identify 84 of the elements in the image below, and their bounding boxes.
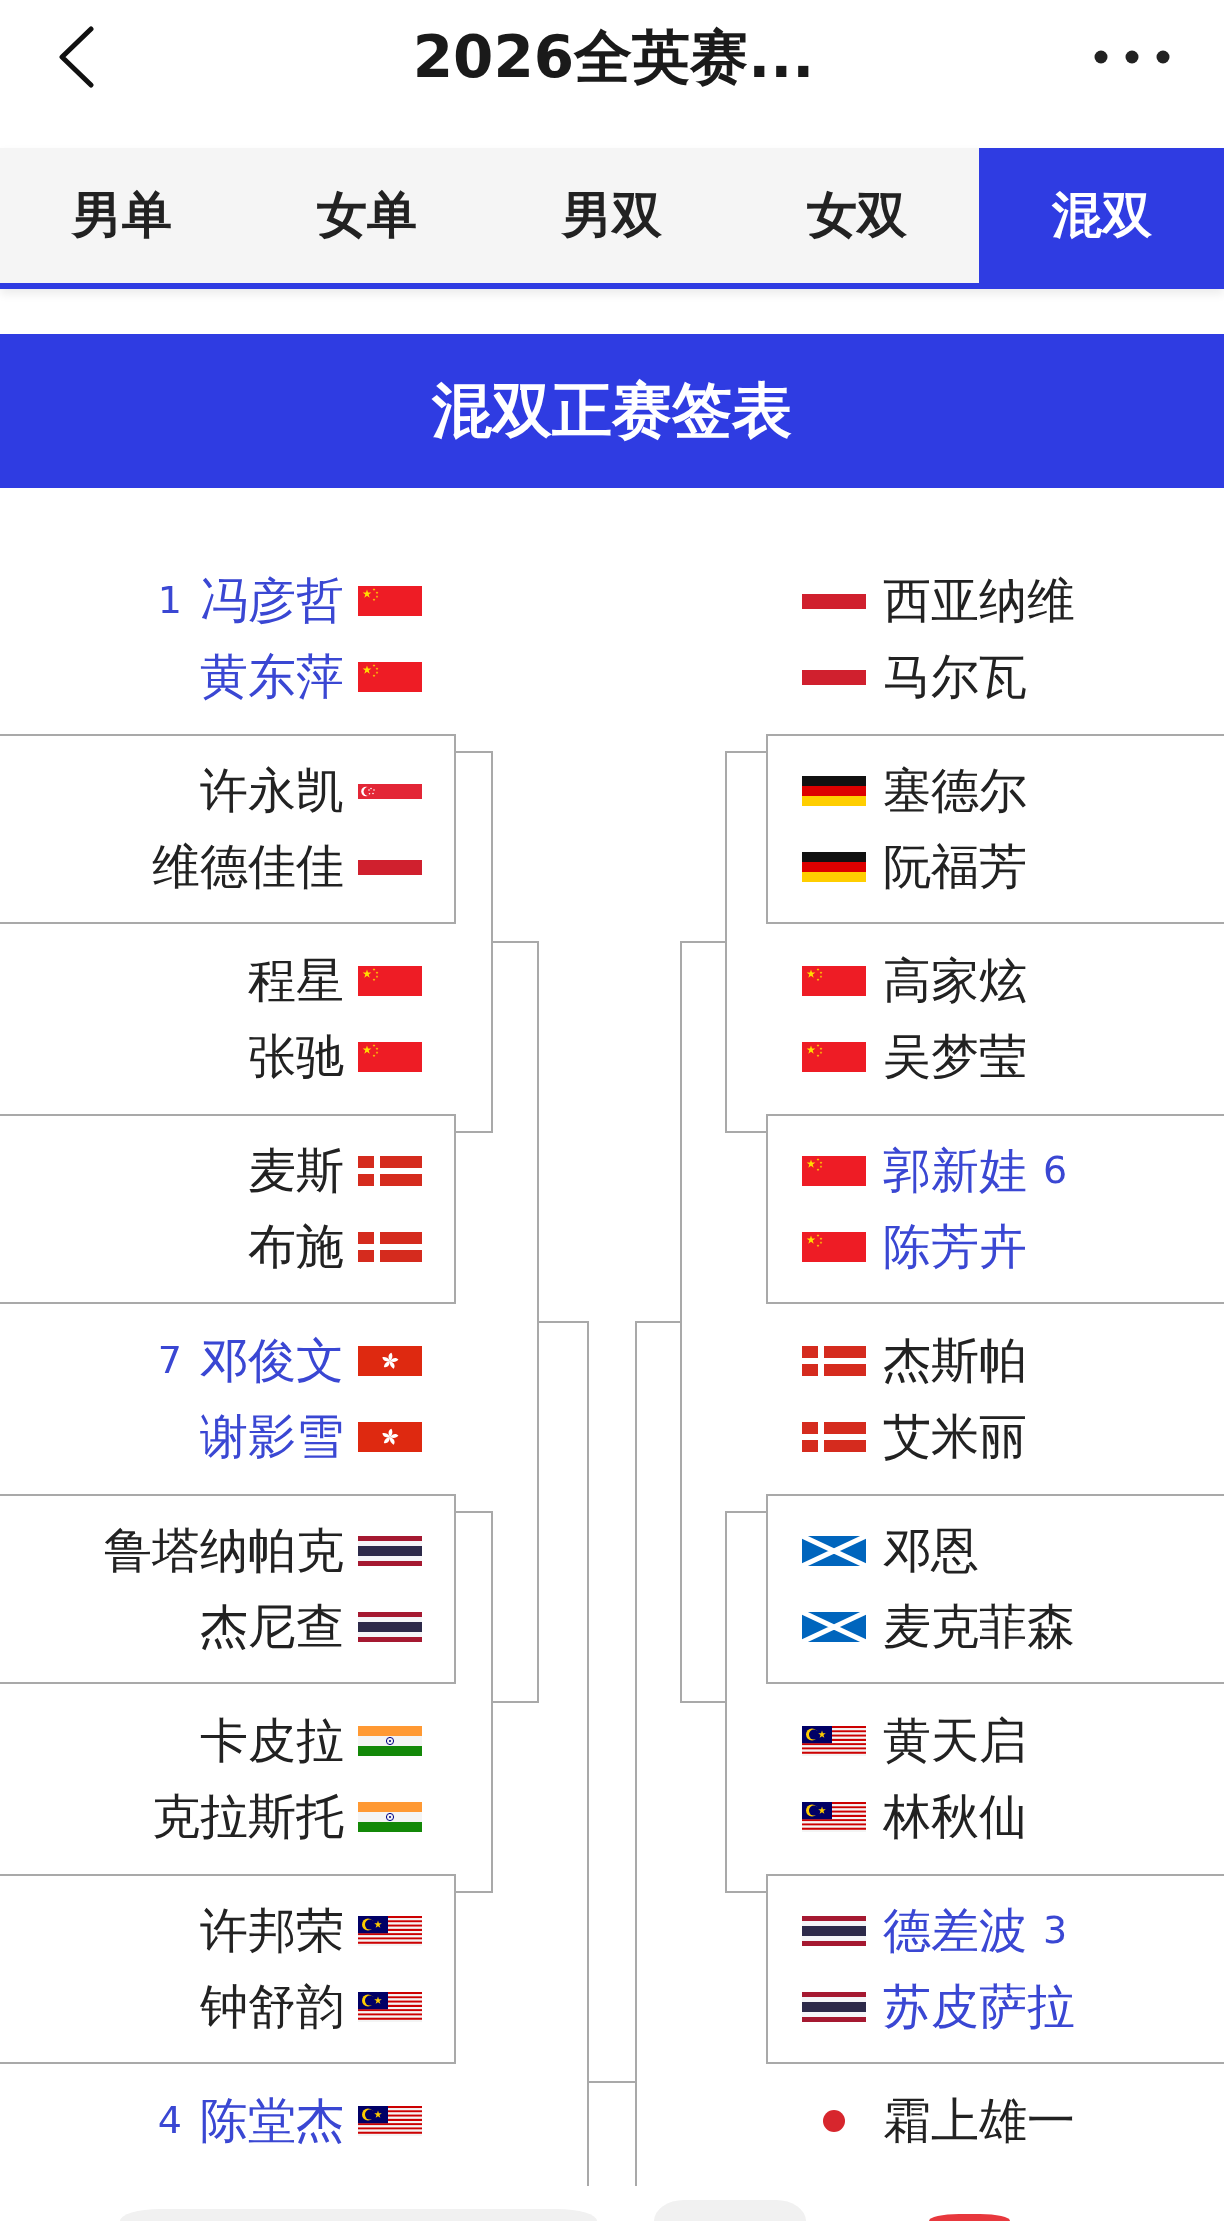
seed-number: 1 bbox=[157, 578, 182, 624]
player-name: 黄东萍 bbox=[200, 648, 344, 706]
player-name: 苏皮萨拉 bbox=[883, 1978, 1075, 2036]
seed-number: 7 bbox=[157, 1338, 182, 1384]
flag-icon bbox=[358, 783, 422, 799]
more-button[interactable] bbox=[1094, 50, 1170, 64]
tab[interactable]: 混双 bbox=[979, 148, 1224, 283]
flag-icon bbox=[802, 852, 866, 882]
player-name: 杰尼查 bbox=[200, 1598, 344, 1656]
flag-icon bbox=[802, 1156, 866, 1186]
flag-icon bbox=[802, 1042, 866, 1072]
player-name: 布施 bbox=[248, 1218, 344, 1276]
flag-icon bbox=[802, 1726, 866, 1756]
flag-icon bbox=[358, 966, 422, 996]
flag-icon bbox=[802, 776, 866, 806]
player-name: 塞德尔 bbox=[883, 762, 1027, 820]
tab[interactable]: 男双 bbox=[489, 148, 735, 283]
player-name: 林秋仙 bbox=[883, 1788, 1027, 1846]
player-name: 麦斯 bbox=[248, 1142, 344, 1200]
player-name: 高家炫 bbox=[883, 952, 1027, 1010]
flag-icon bbox=[358, 1536, 422, 1566]
flag-icon bbox=[358, 859, 422, 875]
player-name: 吴梦莹 bbox=[883, 1028, 1027, 1086]
player-name: 郭新娃 bbox=[883, 1142, 1027, 1200]
flag-icon bbox=[358, 1232, 422, 1262]
dot-icon bbox=[823, 2110, 845, 2132]
flag-icon bbox=[358, 2106, 422, 2136]
player-name: 许永凯 bbox=[200, 762, 344, 820]
tab[interactable]: 女单 bbox=[244, 148, 490, 283]
flag-icon bbox=[802, 1612, 866, 1642]
player-name: 麦克菲森 bbox=[883, 1598, 1075, 1656]
flag-icon bbox=[802, 1232, 866, 1262]
seed-number: 4 bbox=[157, 2098, 182, 2144]
back-icon bbox=[57, 26, 95, 88]
player-name: 西亚纳维 bbox=[883, 572, 1075, 630]
flag-icon bbox=[358, 1612, 422, 1642]
player-name: 陈堂杰 bbox=[200, 2092, 344, 2150]
flag-icon bbox=[802, 1536, 866, 1566]
seed-number: 3 bbox=[1043, 1908, 1068, 1954]
player-name: 谢影雪 bbox=[200, 1408, 344, 1466]
flag-icon bbox=[802, 1802, 866, 1832]
player-name: 维德佳佳 bbox=[152, 838, 344, 896]
flag-icon bbox=[358, 1156, 422, 1186]
flag-icon bbox=[358, 1346, 422, 1376]
player-name: 鲁塔纳帕克 bbox=[104, 1522, 344, 1580]
flag-icon bbox=[802, 1992, 866, 2022]
player-name: 杰斯帕 bbox=[883, 1332, 1027, 1390]
tab[interactable]: 女双 bbox=[734, 148, 980, 283]
page-title: 2026全英赛... bbox=[412, 23, 815, 91]
player-name: 德差波 bbox=[883, 1902, 1027, 1960]
more-icon bbox=[1094, 50, 1170, 64]
player-name: 程星 bbox=[248, 952, 344, 1010]
player-name: 克拉斯托 bbox=[152, 1788, 344, 1846]
back-button[interactable] bbox=[57, 26, 95, 88]
player-name: 邓俊文 bbox=[200, 1332, 344, 1390]
flag-icon bbox=[358, 1042, 422, 1072]
player-name: 霜上雄一 bbox=[883, 2092, 1075, 2150]
player-name: 许邦荣 bbox=[200, 1902, 344, 1960]
flag-icon bbox=[802, 966, 866, 996]
flag-icon bbox=[358, 1802, 422, 1832]
flag-icon bbox=[358, 586, 422, 616]
flag-icon bbox=[802, 669, 866, 685]
flag-icon bbox=[802, 1422, 866, 1452]
flag-icon bbox=[802, 1346, 866, 1376]
banner-title: 混双正赛签表 bbox=[0, 334, 1224, 488]
player-name: 钟舒韵 bbox=[200, 1978, 344, 2036]
player-name: 卡皮拉 bbox=[200, 1712, 344, 1770]
player-name: 阮福芳 bbox=[883, 838, 1027, 896]
player-name: 冯彦哲 bbox=[200, 572, 344, 630]
flag-icon bbox=[358, 1916, 422, 1946]
flag-icon bbox=[802, 593, 866, 609]
flag-icon bbox=[802, 1916, 866, 1946]
player-name: 陈芳卉 bbox=[883, 1218, 1027, 1276]
flag-icon bbox=[358, 1422, 422, 1452]
tab[interactable]: 男单 bbox=[0, 148, 245, 283]
flag-icon bbox=[358, 1726, 422, 1756]
player-name: 张驰 bbox=[248, 1028, 344, 1086]
player-name: 黄天启 bbox=[883, 1712, 1027, 1770]
player-name: 马尔瓦 bbox=[883, 648, 1027, 706]
player-name: 艾米丽 bbox=[883, 1408, 1027, 1466]
flag-icon bbox=[358, 1992, 422, 2022]
player-name: 邓恩 bbox=[883, 1522, 979, 1580]
flag-icon bbox=[358, 662, 422, 692]
seed-number: 6 bbox=[1043, 1148, 1068, 1194]
